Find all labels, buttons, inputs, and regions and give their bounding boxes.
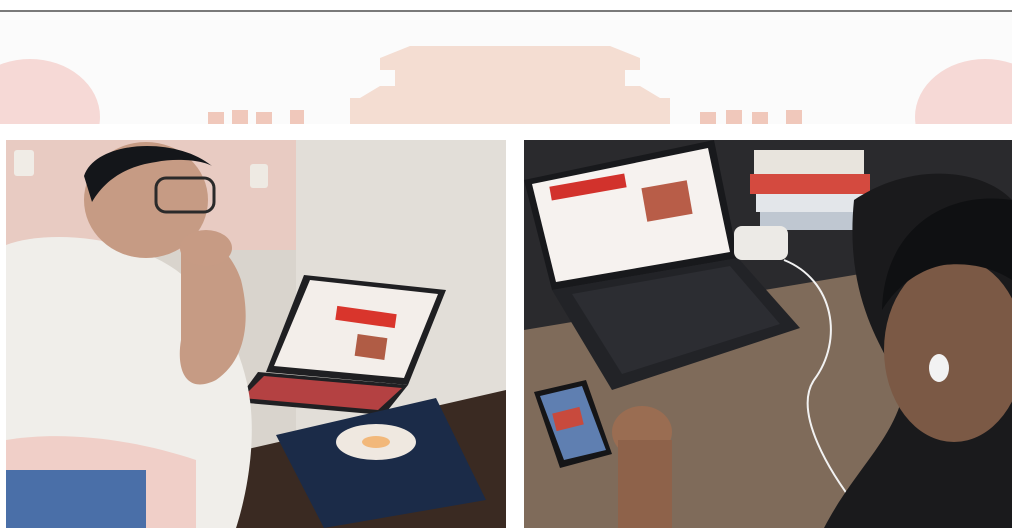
photo-right xyxy=(524,140,1012,528)
student-with-laptop-photo xyxy=(6,140,506,528)
photo-left xyxy=(6,140,506,528)
tiananmen-banner-graphic xyxy=(0,12,1012,124)
student-with-laptop-and-phone-photo xyxy=(524,140,1012,528)
decorative-banner xyxy=(0,12,1012,124)
